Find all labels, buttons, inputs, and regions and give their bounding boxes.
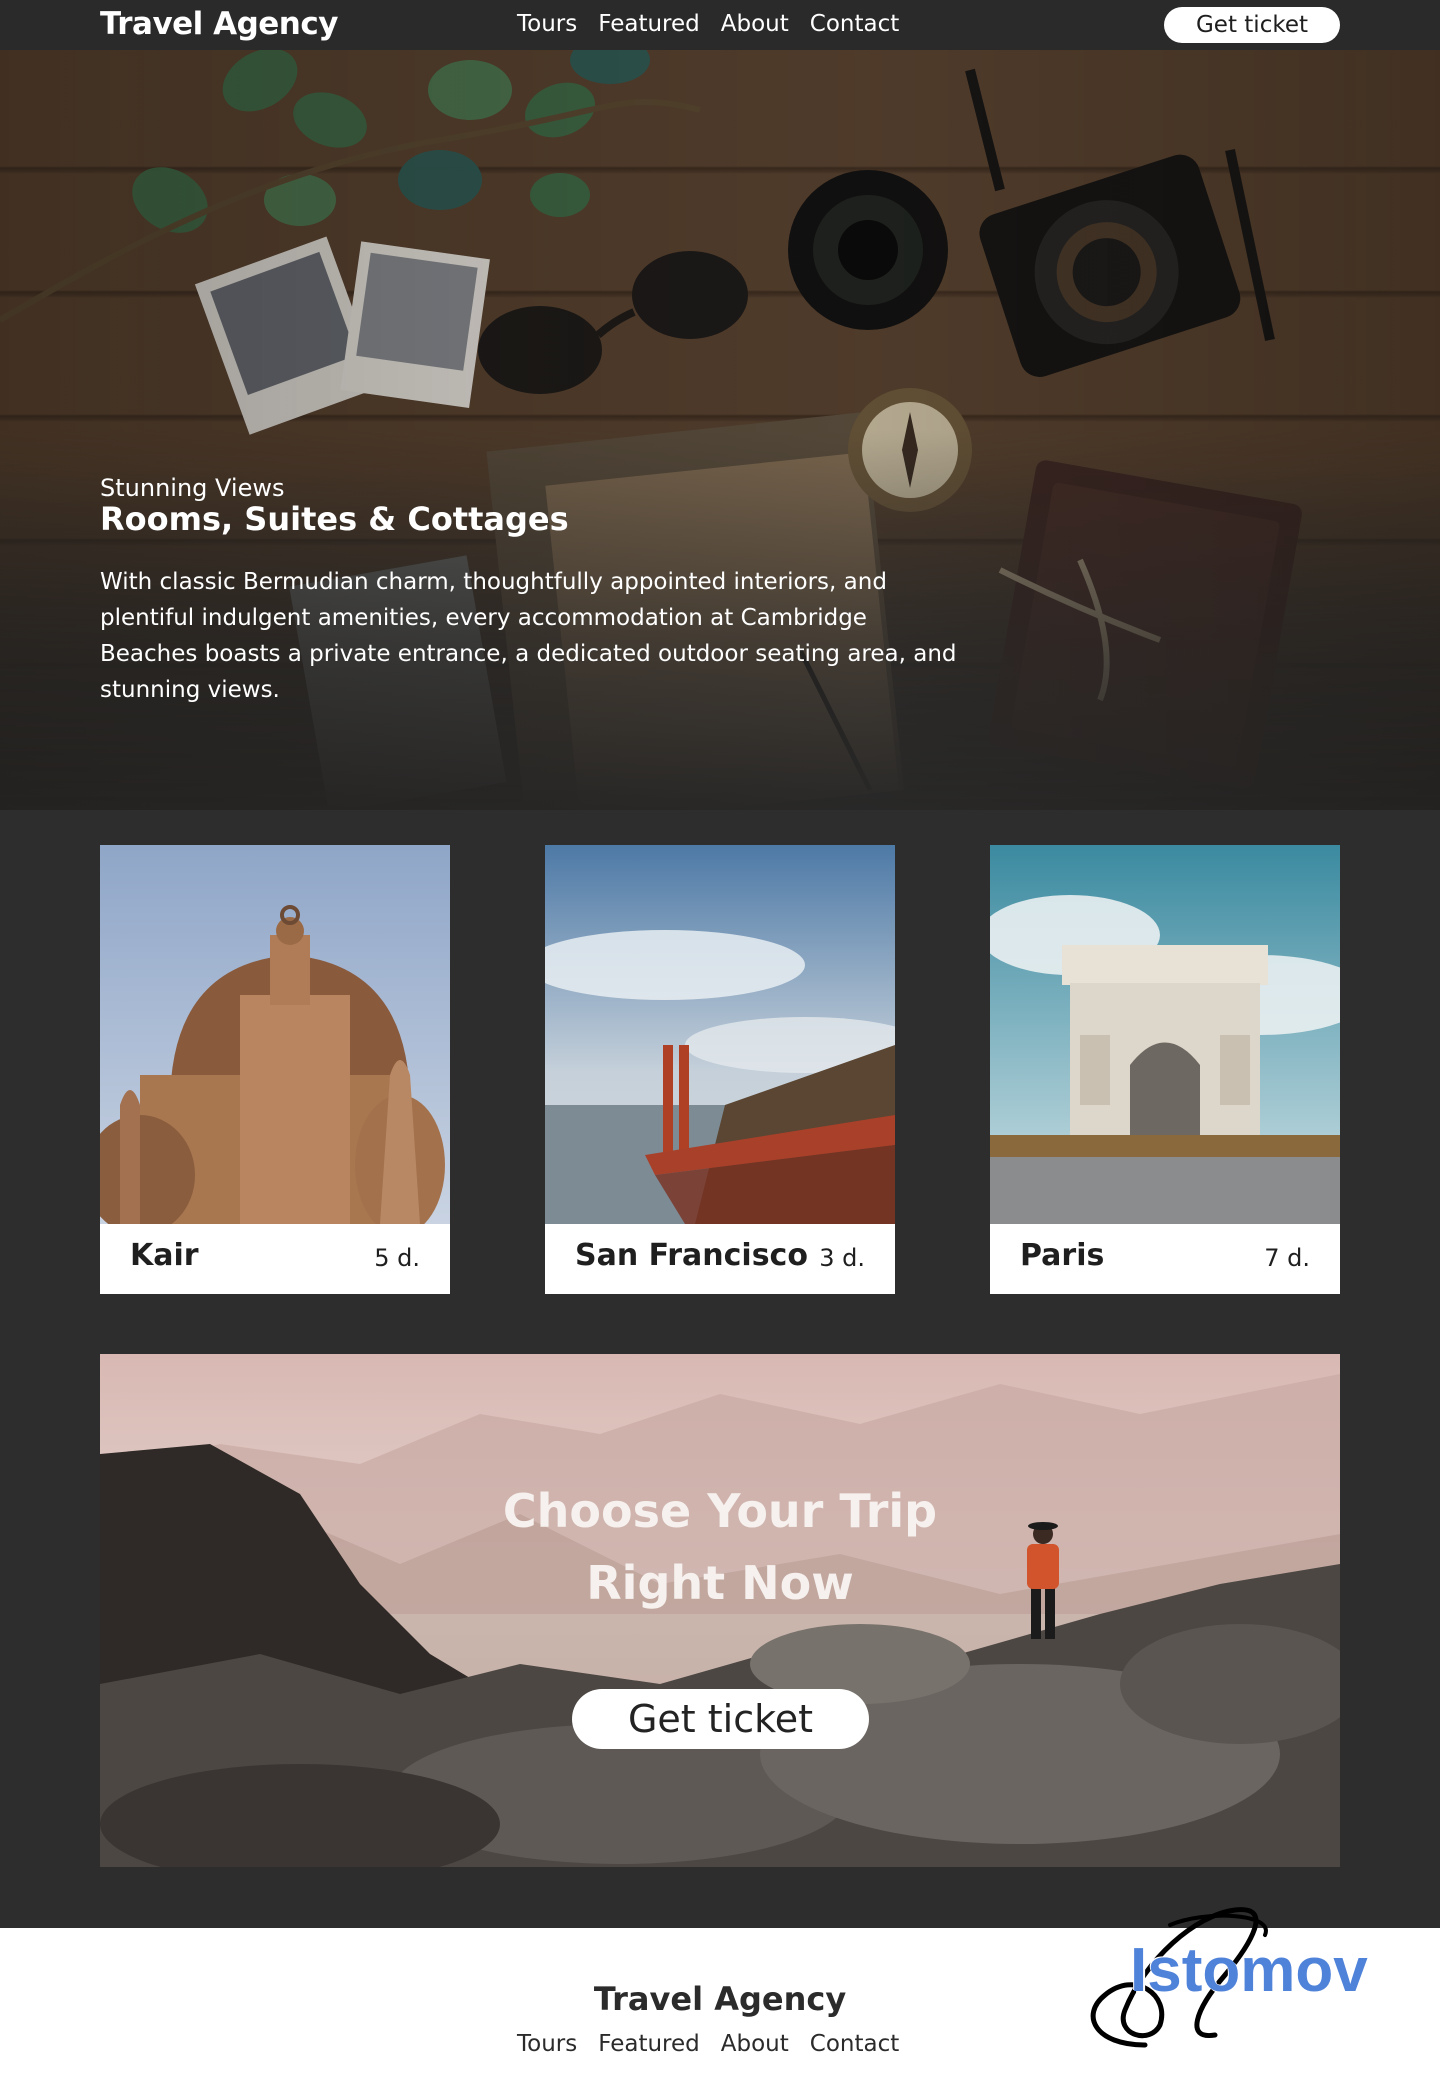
hero-description: With classic Bermudian charm, thoughtful…: [100, 569, 957, 703]
footer-nav: Tours Featured About Contact: [517, 2031, 899, 2057]
tour-duration: 3 d.: [819, 1244, 865, 1272]
banner-title-line-2: Right Now: [586, 1556, 854, 1610]
tour-card-paris[interactable]: Paris 7 d.: [990, 845, 1340, 1294]
get-ticket-button[interactable]: Get ticket: [1164, 7, 1340, 43]
nav-tours[interactable]: Tours: [517, 11, 577, 37]
paris-photo: [990, 845, 1340, 1224]
tour-card-san-francisco[interactable]: San Francisco 3 d.: [545, 845, 895, 1294]
footer-nav-featured[interactable]: Featured: [598, 2031, 700, 2057]
site-header: Travel Agency Tours Featured About Conta…: [0, 0, 1440, 50]
nav-featured[interactable]: Featured: [598, 11, 700, 37]
watermark-text: Istomov: [1130, 1936, 1368, 2005]
tour-name: San Francisco: [575, 1238, 808, 1273]
cta-banner: Choose Your Trip Right Now Get ticket: [100, 1354, 1340, 1867]
banner-get-ticket-button[interactable]: Get ticket: [572, 1689, 869, 1749]
tour-duration: 7 d.: [1264, 1244, 1310, 1272]
tour-name: Paris: [1020, 1238, 1105, 1273]
kair-photo: [100, 845, 450, 1224]
tour-card-kair[interactable]: Kair 5 d.: [100, 845, 450, 1294]
tour-duration: 5 d.: [374, 1244, 420, 1272]
banner-title: Choose Your Trip Right Now: [100, 1475, 1340, 1619]
san-francisco-photo: [545, 845, 895, 1224]
main-nav: Tours Featured About Contact: [517, 11, 899, 37]
hero-eyebrow: Stunning Views: [100, 474, 285, 502]
banner-title-line-1: Choose Your Trip: [502, 1484, 938, 1538]
hero-title: Rooms, Suites & Cottages: [100, 500, 569, 538]
footer-nav-contact[interactable]: Contact: [810, 2031, 899, 2057]
footer-nav-about[interactable]: About: [721, 2031, 789, 2057]
footer-nav-tours[interactable]: Tours: [517, 2031, 577, 2057]
site-logo[interactable]: Travel Agency: [100, 6, 338, 42]
hero-section: Stunning Views Rooms, Suites & Cottages …: [0, 50, 1440, 810]
nav-about[interactable]: About: [721, 11, 789, 37]
nav-contact[interactable]: Contact: [810, 11, 899, 37]
tour-name: Kair: [130, 1238, 199, 1273]
